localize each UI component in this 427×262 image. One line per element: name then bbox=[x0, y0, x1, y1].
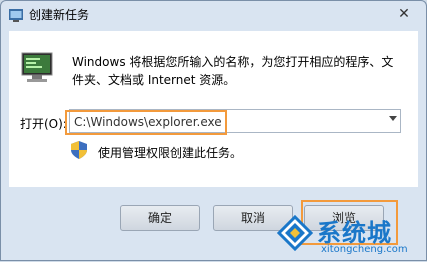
ok-button[interactable]: 确定 bbox=[120, 205, 200, 231]
window-title: 创建新任务 bbox=[29, 8, 90, 22]
uac-shield-icon bbox=[71, 141, 87, 159]
dropdown-arrow-icon[interactable] bbox=[389, 116, 397, 121]
app-icon bbox=[9, 9, 23, 22]
open-input[interactable] bbox=[74, 113, 374, 131]
run-program-icon bbox=[21, 52, 53, 82]
open-label: 打开(O): bbox=[20, 117, 67, 131]
close-button[interactable]: ✕ bbox=[394, 5, 414, 23]
watermark-url: xitongcheng.com bbox=[321, 244, 408, 255]
create-task-dialog: 创建新任务 ✕ Windows 将根据您所输入的名称，为您打开相应的程序、文件夹… bbox=[0, 0, 427, 261]
title-bar: 创建新任务 ✕ bbox=[1, 1, 426, 29]
dialog-description: Windows 将根据您所输入的名称，为您打开相应的程序、文件夹、文档或 Int… bbox=[72, 55, 394, 87]
watermark-logo-icon bbox=[277, 215, 313, 251]
watermark: 系统城 xitongcheng.com bbox=[271, 211, 427, 262]
admin-checkbox-label: 使用管理权限创建此任务。 bbox=[98, 146, 243, 160]
dialog-content: Windows 将根据您所输入的名称，为您打开相应的程序、文件夹、文档或 Int… bbox=[9, 31, 418, 187]
watermark-brand: 系统城 bbox=[317, 219, 392, 247]
open-combobox[interactable] bbox=[69, 109, 401, 133]
close-icon: ✕ bbox=[398, 6, 410, 22]
